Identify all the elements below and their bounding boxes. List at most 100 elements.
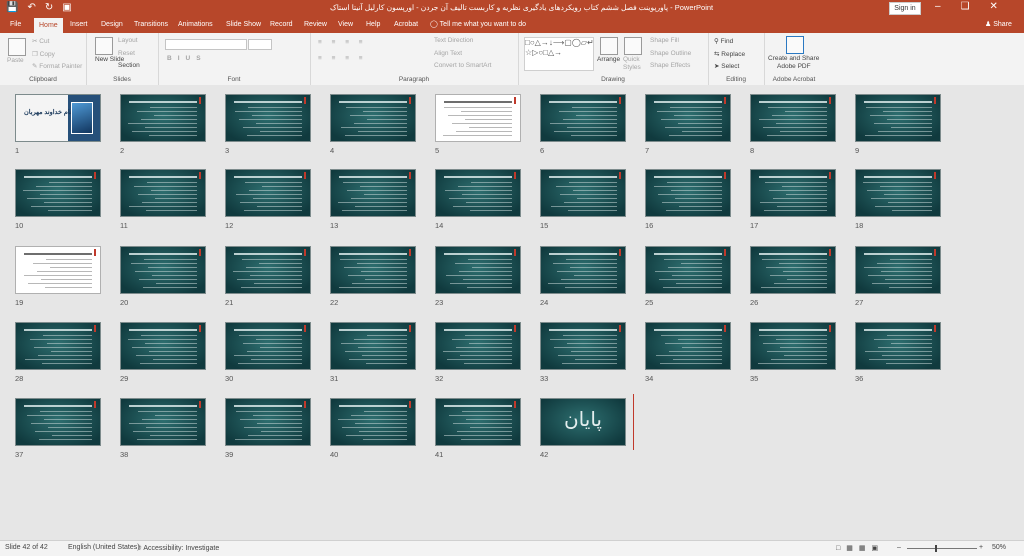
slide-thumbnail[interactable]: 31 [330,322,416,383]
undo-icon[interactable]: ↶ [27,2,35,13]
quick-styles-label[interactable]: Quick Styles [623,56,643,72]
pdf-icon[interactable] [786,36,804,54]
slide-thumbnail[interactable]: 24 [540,246,626,307]
language-status[interactable]: English (United States) [68,544,140,551]
replace-button[interactable]: ⇆ Replace [714,50,745,58]
redo-icon[interactable]: ↻ [45,2,53,13]
slide-thumbnail[interactable]: 22 [330,246,416,307]
font-format-buttons[interactable]: BIUS [167,55,207,62]
convert-smartart-button[interactable]: Convert to SmartArt [434,62,491,69]
list-buttons[interactable]: ≡ ≡ ≡ ≡ [318,39,367,46]
minimize-icon[interactable]: – [935,1,941,12]
slide-thumbnail[interactable]: 21 [225,246,311,307]
shapes-gallery[interactable]: □○△→↓⟶▢◯▱↵{}☆▷○□△→ [524,37,594,71]
slide-thumbnail[interactable]: 28 [15,322,101,383]
slide-thumbnail[interactable]: 34 [645,322,731,383]
slide-thumbnail[interactable]: 26 [750,246,836,307]
arrange-label[interactable]: Arrange [597,56,620,63]
shape-outline-button[interactable]: Shape Outline [650,50,691,57]
slide-thumbnail[interactable]: 12 [225,169,311,230]
tab-help[interactable]: Help [366,19,380,31]
slide-thumbnail[interactable]: 29 [120,322,206,383]
slide-thumbnail[interactable]: 36 [855,322,941,383]
zoom-slider-thumb[interactable] [935,545,937,552]
tell-me-search[interactable]: ◯ Tell me what you want to do [430,19,526,31]
slide-thumbnail[interactable]: 8 [750,94,836,155]
restore-icon[interactable]: ❑ [961,1,970,12]
save-icon[interactable]: 💾 [6,2,18,13]
slide-thumbnail[interactable]: 25 [645,246,731,307]
reset-button[interactable]: Reset [118,50,135,57]
paste-icon[interactable] [8,38,26,56]
cut-button[interactable]: ✂ Cut [32,37,49,45]
sign-in-button[interactable]: Sign in [889,2,921,15]
tab-file[interactable]: File [10,19,21,31]
zoom-in-icon[interactable]: + [979,544,983,551]
find-button[interactable]: ⚲ Find [714,37,733,45]
slide-thumbnail[interactable]: 2 [120,94,206,155]
adobe-pdf-label[interactable]: Adobe PDF [777,63,811,70]
slide-thumbnail[interactable]: 33 [540,322,626,383]
slide-thumbnail[interactable]: 15 [540,169,626,230]
slide-thumbnail[interactable]: 39 [225,398,311,459]
paste-label[interactable]: Paste [7,57,24,64]
tab-acrobat[interactable]: Acrobat [394,19,418,31]
slide-thumbnail[interactable]: 32 [435,322,521,383]
slide-thumbnail[interactable]: 40 [330,398,416,459]
slide-thumbnail[interactable]: 38 [120,398,206,459]
slide-thumbnail[interactable]: 14 [435,169,521,230]
slide-thumbnail[interactable]: 20 [120,246,206,307]
slide-thumbnail[interactable]: پایان 42 [540,398,626,459]
accessibility-status[interactable]: ⚕ Accessibility: Investigate [138,544,219,552]
tab-slide-show[interactable]: Slide Show [226,19,261,31]
slide-thumbnail[interactable]: 10 [15,169,101,230]
tab-record[interactable]: Record [270,19,293,31]
section-button[interactable]: Section [118,62,140,69]
create-share-label[interactable]: Create and Share [768,55,819,62]
slide-thumbnail[interactable]: 3 [225,94,311,155]
slide-thumbnail[interactable]: 30 [225,322,311,383]
layout-button[interactable]: Layout [118,37,138,44]
slide-thumbnail[interactable]: 41 [435,398,521,459]
slide-thumbnail[interactable]: 13 [330,169,416,230]
slide-thumbnail[interactable]: 7 [645,94,731,155]
share-button[interactable]: ♟ Share [985,19,1012,31]
align-text-button[interactable]: Align Text [434,50,462,57]
slide-thumbnail[interactable]: 27 [855,246,941,307]
tab-home[interactable]: Home [34,18,63,33]
slide-thumbnail[interactable]: 19 [15,246,101,307]
slide-thumbnail[interactable]: 5 [435,94,521,155]
copy-button[interactable]: ❐ Copy [32,50,55,58]
tab-review[interactable]: Review [304,19,327,31]
slide-thumbnail[interactable]: 37 [15,398,101,459]
new-slide-icon[interactable] [95,37,113,55]
slide-thumbnail[interactable]: 23 [435,246,521,307]
zoom-level[interactable]: 50% [992,544,1006,551]
slide-thumbnail[interactable]: 11 [120,169,206,230]
zoom-out-icon[interactable]: – [897,544,901,551]
select-button[interactable]: ➤ Select [714,62,739,70]
zoom-slider[interactable] [907,548,977,549]
tab-animations[interactable]: Animations [178,19,213,31]
quick-styles-icon[interactable] [624,37,642,55]
tab-view[interactable]: View [338,19,353,31]
tab-design[interactable]: Design [101,19,123,31]
shape-effects-button[interactable]: Shape Effects [650,62,690,69]
font-name-box[interactable] [165,39,247,50]
slide-thumbnail[interactable]: 18 [855,169,941,230]
arrange-icon[interactable] [600,37,618,55]
slide-thumbnail[interactable]: 6 [540,94,626,155]
view-buttons[interactable]: □▦▦▣ [836,544,884,552]
slide-thumbnail[interactable]: 35 [750,322,836,383]
shape-fill-button[interactable]: Shape Fill [650,37,679,44]
text-direction-button[interactable]: Text Direction [434,37,473,44]
slide-thumbnail[interactable]: 4 [330,94,416,155]
tab-transitions[interactable]: Transitions [134,19,168,31]
align-buttons[interactable]: ≡ ≡ ≡ ≡ [318,55,367,62]
font-size-box[interactable] [248,39,272,50]
slide-thumbnail[interactable]: 17 [750,169,836,230]
slide-thumbnail[interactable]: 16 [645,169,731,230]
slide-thumbnail[interactable]: بنام خداوند مهربان 1 [15,94,101,155]
tab-insert[interactable]: Insert [70,19,88,31]
close-icon[interactable]: ✕ [990,1,998,12]
